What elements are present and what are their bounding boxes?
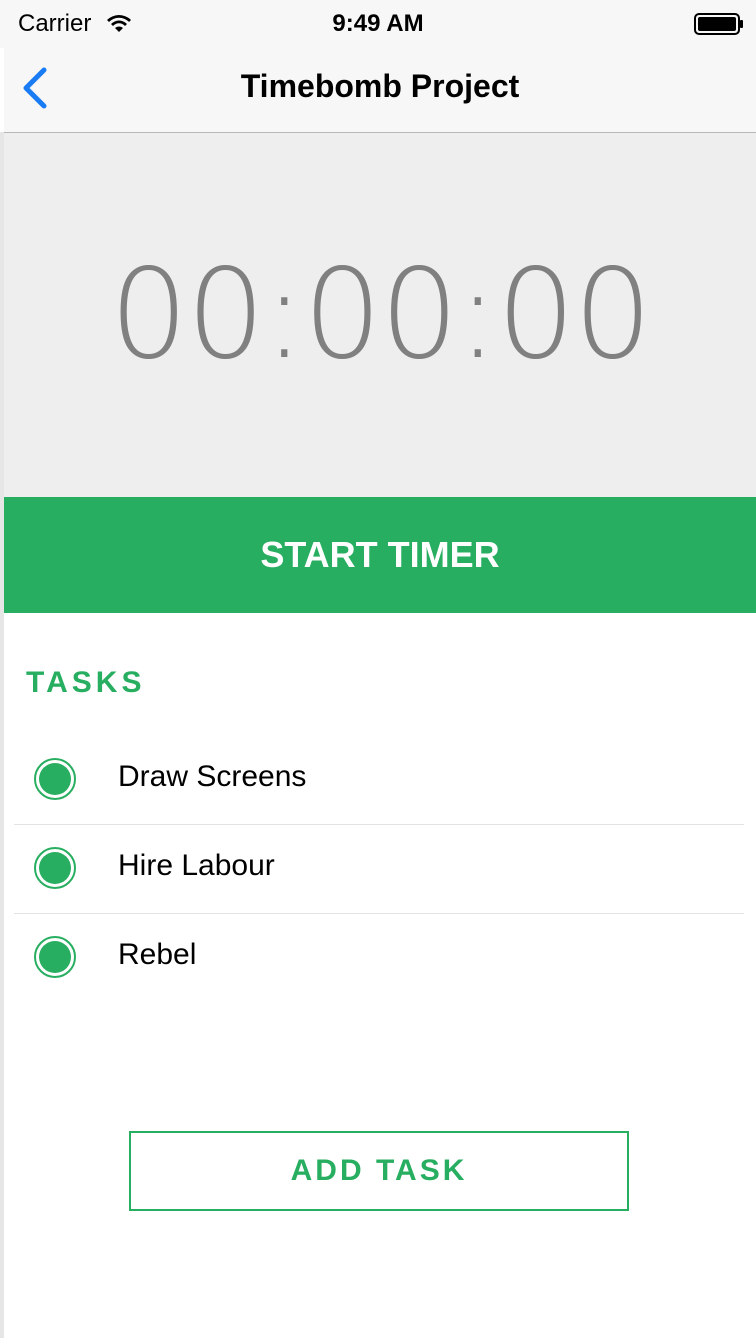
status-bar: Carrier 9:49 AM	[0, 0, 756, 48]
timer-panel: 00:00:00	[4, 133, 756, 497]
task-label: Rebel	[118, 938, 197, 971]
page-title: Timebomb Project	[240, 68, 520, 104]
task-label: Draw Screens	[118, 760, 307, 793]
task-status-dot-icon	[34, 936, 76, 978]
task-list-item[interactable]: Draw Screens	[14, 736, 744, 825]
task-list-item[interactable]: Rebel	[14, 914, 744, 1002]
add-task-button[interactable]: ADD TASK	[129, 1131, 629, 1211]
start-timer-button[interactable]: START TIMER	[4, 497, 756, 613]
task-list-item[interactable]: Hire Labour	[14, 825, 744, 914]
app-screen: Carrier 9:49 AM Timebomb Project 00:00:0…	[0, 0, 756, 1338]
status-time: 9:49 AM	[332, 10, 424, 37]
battery-full-icon	[694, 13, 743, 35]
tasks-section-header: TASKS	[26, 666, 146, 699]
task-status-dot-icon	[34, 847, 76, 889]
navigation-bar: Timebomb Project	[4, 48, 756, 133]
task-label: Hire Labour	[118, 849, 275, 882]
timer-display: 00:00:00	[109, 243, 653, 387]
task-status-dot-icon	[34, 758, 76, 800]
